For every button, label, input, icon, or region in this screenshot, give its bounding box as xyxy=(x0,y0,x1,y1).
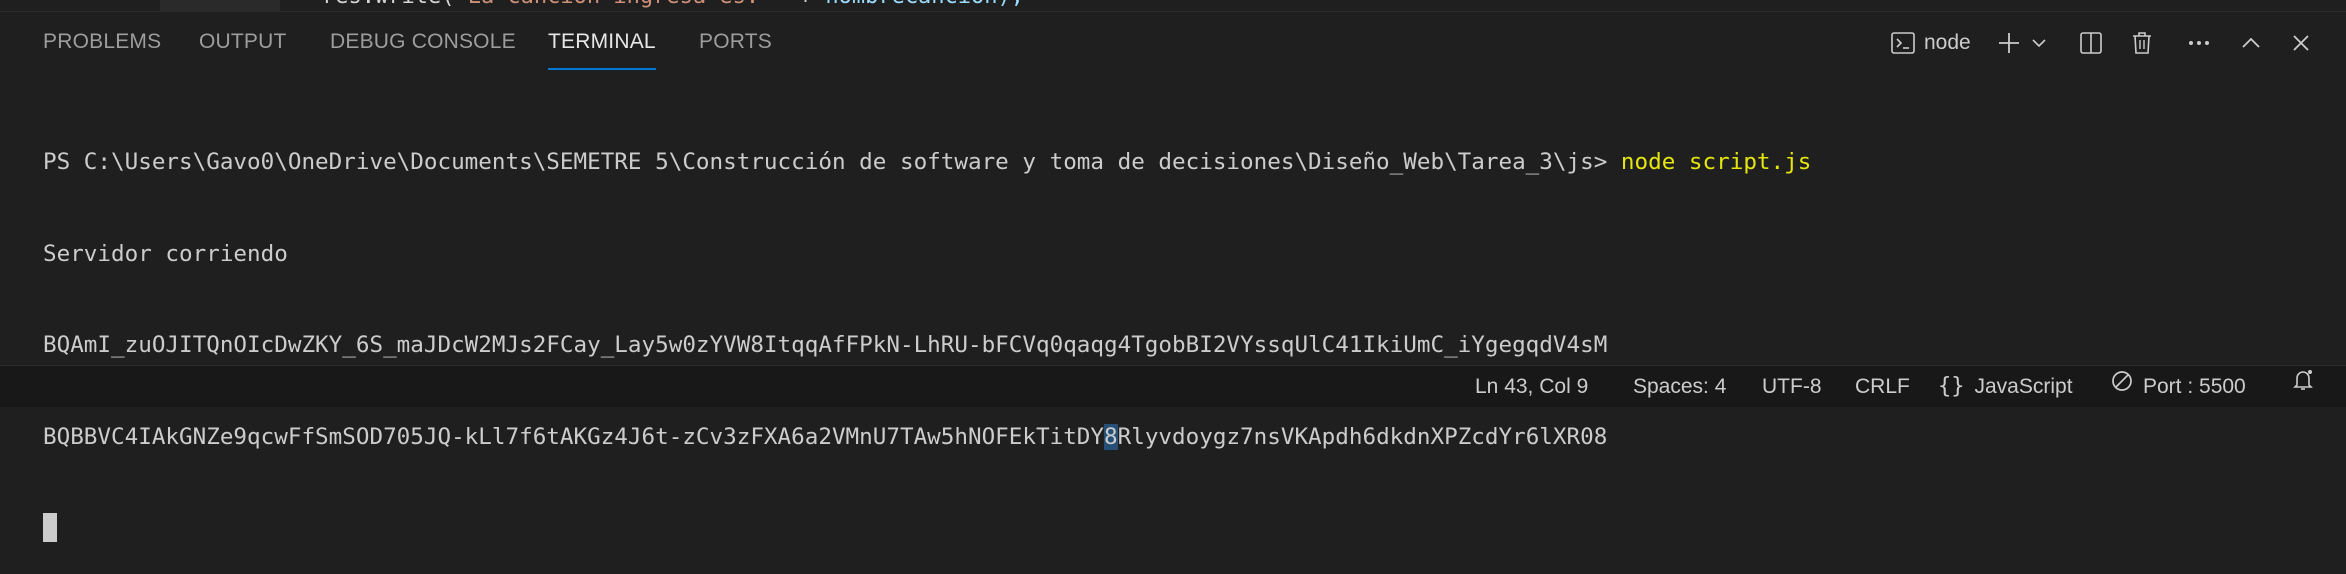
status-live-server-port[interactable]: Port : 5500 xyxy=(2110,366,2246,407)
status-language-label: JavaScript xyxy=(1974,375,2073,398)
status-language[interactable]: {} JavaScript xyxy=(1938,366,2073,407)
editor-code-line: res.write("La cancion ingresa es: " + no… xyxy=(322,0,1024,9)
new-terminal-button[interactable] xyxy=(1994,28,2024,58)
close-panel-button[interactable] xyxy=(2286,28,2316,58)
terminal-cursor xyxy=(43,513,57,542)
tab-output[interactable]: OUTPUT xyxy=(199,12,287,72)
status-cursor-position[interactable]: Ln 43, Col 9 xyxy=(1475,366,1588,407)
terminal-dropdown-button[interactable] xyxy=(2028,28,2050,58)
terminal-command: node script.js xyxy=(1620,149,1812,175)
terminal-profile-label: node xyxy=(1924,31,1971,54)
status-port-label: Port : 5500 xyxy=(2143,375,2246,398)
braces-icon: {} xyxy=(1938,374,1965,399)
tab-terminal[interactable]: TERMINAL xyxy=(548,12,656,72)
terminal-profile-button[interactable]: node xyxy=(1890,28,2000,58)
trash-icon xyxy=(2129,30,2155,56)
terminal-output-line: BQBBVC4IAkGNZe9qcwFfSmSOD705JQ-kLl7f6tAK… xyxy=(43,423,1608,450)
terminal-prompt: PS C:\Users\Gavo0\OneDrive\Documents\SEM… xyxy=(43,149,1621,175)
terminal-cursor-line xyxy=(43,513,2333,544)
tab-debug-console[interactable]: DEBUG CONSOLE xyxy=(330,12,516,72)
status-bar: Ln 43, Col 9 Spaces: 4 UTF-8 CRLF {} Jav… xyxy=(0,365,2346,407)
split-terminal-icon xyxy=(2078,30,2104,56)
more-actions-button[interactable] xyxy=(2184,28,2214,58)
status-indentation[interactable]: Spaces: 4 xyxy=(1633,366,1726,407)
editor-gutter xyxy=(0,0,180,11)
plus-icon xyxy=(1996,30,2022,56)
status-notifications[interactable] xyxy=(2290,366,2325,407)
terminal-output[interactable]: PS C:\Users\Gavo0\OneDrive\Documents\SEM… xyxy=(43,86,2333,574)
kill-terminal-button[interactable] xyxy=(2127,28,2157,58)
bell-icon xyxy=(2290,366,2325,407)
ellipsis-icon xyxy=(2186,30,2212,56)
terminal-output-line: BQAmI_zuOJITQnOIcDwZKY_6S_maJDcW2MJs2FCa… xyxy=(43,332,1608,358)
terminal-prompt-line: PS C:\Users\Gavo0\OneDrive\Documents\SEM… xyxy=(43,147,2333,178)
maximize-panel-button[interactable] xyxy=(2236,28,2266,58)
broadcast-icon xyxy=(2110,366,2143,407)
tab-ports[interactable]: PORTS xyxy=(699,12,772,72)
editor-peek: res.write("La cancion ingresa es: " + no… xyxy=(0,0,2346,11)
status-eol[interactable]: CRLF xyxy=(1855,366,1910,407)
close-icon xyxy=(2289,31,2313,55)
terminal-icon xyxy=(1890,30,1916,56)
status-encoding[interactable]: UTF-8 xyxy=(1762,366,1822,407)
chevron-up-icon xyxy=(2239,31,2263,55)
terminal-selection: 8 xyxy=(1104,423,1118,450)
split-terminal-button[interactable] xyxy=(2076,28,2106,58)
editor-current-line-gutter xyxy=(160,0,280,11)
tab-problems[interactable]: PROBLEMS xyxy=(43,12,161,72)
chevron-down-icon xyxy=(2030,34,2048,52)
terminal-output-line: Servidor corriendo xyxy=(43,240,288,267)
